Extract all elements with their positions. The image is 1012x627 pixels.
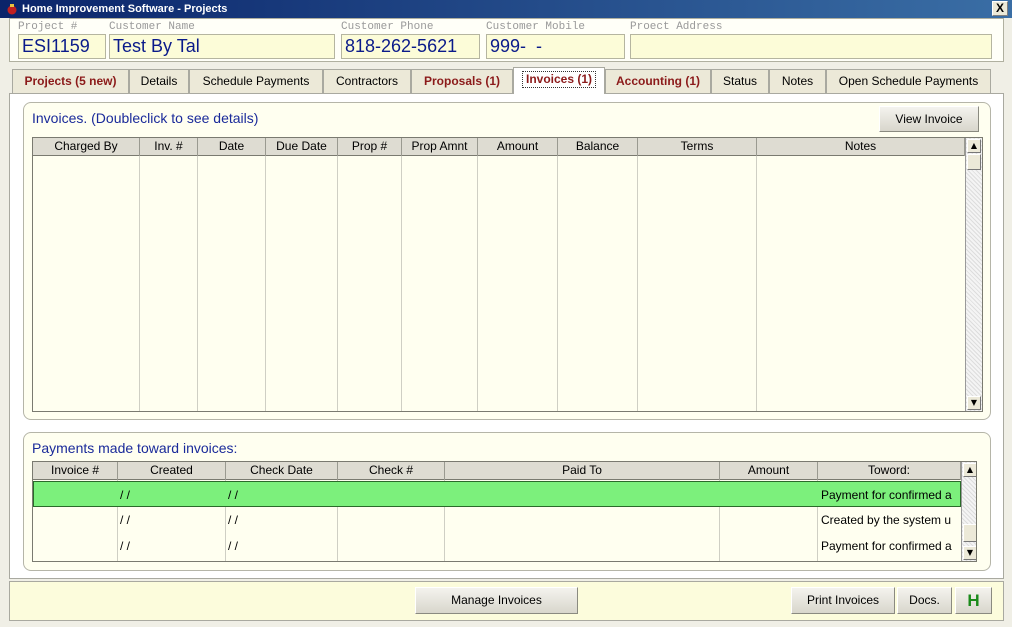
customer-mobile-input[interactable]: 999- - <box>486 34 625 59</box>
col-prop-number[interactable]: Prop # <box>338 138 402 156</box>
address-field: Proect Address <box>630 21 992 59</box>
customer-phone-input[interactable]: 818-262-5621 <box>341 34 480 59</box>
mobile-label: Customer Mobile <box>486 21 586 33</box>
payment-toward: Payment for confirmed a <box>821 488 952 502</box>
payments-title: Payments made toward invoices: <box>32 440 238 456</box>
tab-status[interactable]: Status <box>711 69 769 93</box>
payment-check-date: / / <box>228 513 239 527</box>
address-label: Proect Address <box>630 21 723 33</box>
invoices-table[interactable]: Charged By Inv. # Date Due Date Prop # P… <box>32 137 983 412</box>
col-date[interactable]: Date <box>198 138 266 156</box>
footer-toolbar: Manage Invoices Print Invoices Docs. H <box>9 581 1004 621</box>
col-prop-amnt[interactable]: Prop Amnt <box>402 138 478 156</box>
scroll-down-icon[interactable]: ▼ <box>967 396 981 410</box>
col-amount[interactable]: Amount <box>478 138 558 156</box>
invoices-title: Invoices. (Doubleclick to see details) <box>32 110 259 126</box>
invoices-table-header: Charged By Inv. # Date Due Date Prop # P… <box>33 138 965 156</box>
payment-check-date: / / <box>228 488 239 502</box>
invoices-panel: Invoices. (Doubleclick to see details) V… <box>23 102 991 420</box>
payments-table[interactable]: Invoice # Created Check Date Check # Pai… <box>32 461 977 562</box>
invoices-scrollbar[interactable]: ▲ ▼ <box>965 138 982 411</box>
col-toward[interactable]: Toword: <box>818 462 961 480</box>
tab-schedule-payments[interactable]: Schedule Payments <box>189 69 323 93</box>
close-button[interactable]: X <box>992 1 1008 16</box>
grid-column <box>558 156 638 411</box>
payments-scrollbar[interactable]: ▲ ▼ <box>961 462 976 561</box>
scroll-up-icon[interactable]: ▲ <box>967 139 981 153</box>
col-due-date[interactable]: Due Date <box>266 138 338 156</box>
col-check-number[interactable]: Check # <box>338 462 445 480</box>
payment-created: / / <box>120 513 131 527</box>
col-created[interactable]: Created <box>118 462 226 480</box>
tab-invoices[interactable]: Invoices (1) <box>513 67 605 94</box>
payment-toward: Created by the system u <box>821 513 952 527</box>
col-terms[interactable]: Terms <box>638 138 757 156</box>
project-field: Project # ESI1159 <box>18 21 106 59</box>
payment-row[interactable]: / / / / Payment for confirmed a <box>33 533 961 559</box>
tab-accounting[interactable]: Accounting (1) <box>605 69 711 93</box>
docs-button[interactable]: Docs. <box>897 587 952 614</box>
customer-field: Customer Name Test By Tal <box>109 21 335 59</box>
col-invoice-number[interactable]: Invoice # <box>33 462 118 480</box>
scroll-thumb[interactable] <box>963 524 976 542</box>
customer-name-input[interactable]: Test By Tal <box>109 34 335 59</box>
payments-table-header: Invoice # Created Check Date Check # Pai… <box>33 462 961 480</box>
col-check-date[interactable]: Check Date <box>226 462 338 480</box>
col-paid-to[interactable]: Paid To <box>445 462 720 480</box>
grid-column <box>338 156 402 411</box>
tab-invoices-label: Invoices (1) <box>521 71 597 88</box>
payments-panel: Payments made toward invoices: Invoice #… <box>23 432 991 571</box>
col-payment-amount[interactable]: Amount <box>720 462 818 480</box>
grid-column <box>402 156 478 411</box>
payment-check-date: / / <box>228 539 239 553</box>
invoices-tab-content: Invoices. (Doubleclick to see details) V… <box>9 93 1004 579</box>
mobile-field: Customer Mobile 999- - <box>486 21 625 59</box>
customer-label: Customer Name <box>109 21 195 33</box>
title-bar: Home Improvement Software - Projects X <box>0 0 1012 18</box>
payment-row[interactable]: / / / / Created by the system u <box>33 507 961 533</box>
payment-created: / / <box>120 539 131 553</box>
scroll-up-icon[interactable]: ▲ <box>963 463 976 477</box>
col-notes[interactable]: Notes <box>757 138 965 156</box>
col-charged-by[interactable]: Charged By <box>33 138 140 156</box>
print-invoices-button[interactable]: Print Invoices <box>791 587 895 614</box>
grid-column <box>33 156 140 411</box>
h-button[interactable]: H <box>955 587 992 614</box>
project-label: Project # <box>18 21 78 33</box>
grid-column <box>478 156 558 411</box>
grid-column <box>266 156 338 411</box>
tab-bar: Projects (5 new) Details Schedule Paymen… <box>9 67 1004 94</box>
view-invoice-button[interactable]: View Invoice <box>879 106 979 132</box>
app-icon <box>7 4 17 15</box>
window-title: Home Improvement Software - Projects <box>22 3 228 15</box>
tab-projects[interactable]: Projects (5 new) <box>12 69 129 93</box>
col-balance[interactable]: Balance <box>558 138 638 156</box>
tab-open-schedule-payments[interactable]: Open Schedule Payments <box>826 69 991 93</box>
tab-proposals[interactable]: Proposals (1) <box>411 69 513 93</box>
phone-field: Customer Phone 818-262-5621 <box>341 21 480 59</box>
tab-contractors[interactable]: Contractors <box>323 69 411 93</box>
grid-column <box>198 156 266 411</box>
phone-label: Customer Phone <box>341 21 434 33</box>
payment-toward: Payment for confirmed a <box>821 539 952 553</box>
tab-notes[interactable]: Notes <box>769 69 826 93</box>
col-inv-number[interactable]: Inv. # <box>140 138 198 156</box>
project-number-input[interactable]: ESI1159 <box>18 34 106 59</box>
project-address-input[interactable] <box>630 34 992 59</box>
tab-details[interactable]: Details <box>129 69 189 93</box>
grid-column <box>638 156 757 411</box>
payment-created: / / <box>120 488 131 502</box>
scroll-thumb[interactable] <box>967 154 981 170</box>
payment-row[interactable]: / / / / Payment for confirmed a <box>33 481 961 507</box>
project-info-bar: Project # ESI1159 Customer Name Test By … <box>9 18 1004 62</box>
grid-column <box>140 156 198 411</box>
manage-invoices-button[interactable]: Manage Invoices <box>415 587 578 614</box>
scroll-down-icon[interactable]: ▼ <box>963 546 976 560</box>
